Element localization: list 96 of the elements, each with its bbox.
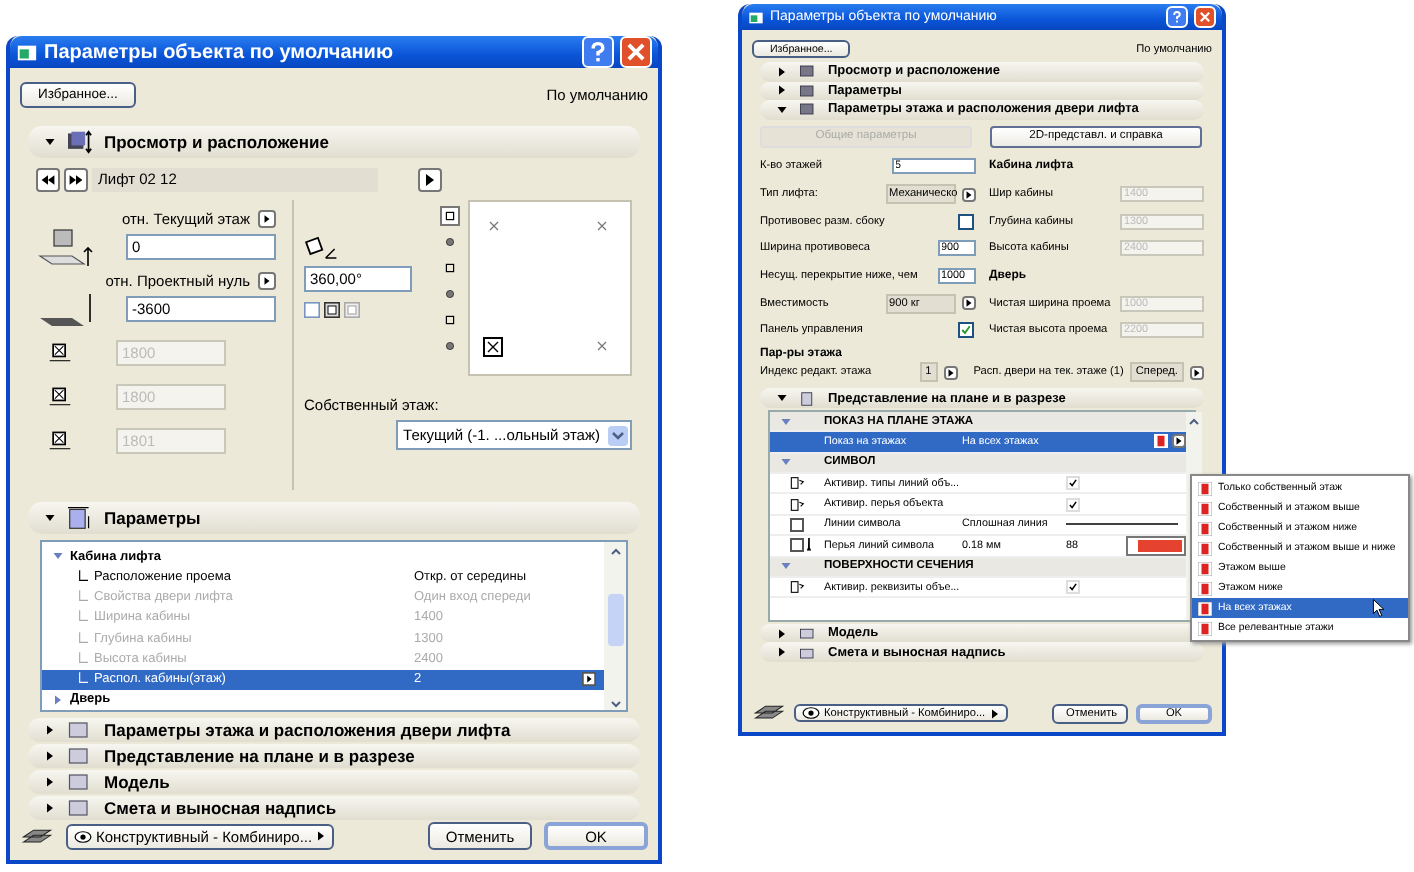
arrow-icon	[1192, 367, 1202, 378]
scroll-down-icon	[607, 698, 623, 710]
rewind-icon	[40, 172, 56, 188]
help-icon	[1170, 10, 1184, 24]
close-button[interactable]	[1194, 6, 1216, 28]
section-icon	[66, 718, 94, 742]
dropdown-arrow-icon	[608, 425, 628, 445]
help-button[interactable]	[1166, 6, 1188, 28]
arrow-icon	[963, 298, 973, 309]
checkbox-icon	[304, 302, 320, 318]
eye-icon	[74, 829, 92, 843]
dimension-icon	[48, 429, 72, 451]
section-icon	[66, 130, 94, 154]
menu-arrow-button[interactable]	[1172, 434, 1186, 449]
object-attribute-icon	[790, 476, 806, 491]
arrow-icon	[316, 830, 327, 842]
view-mode-button[interactable]	[440, 232, 460, 252]
scroll-up-icon	[1186, 415, 1202, 428]
view-mode-button[interactable]	[440, 206, 460, 226]
mouse-cursor-icon	[1372, 598, 1386, 618]
story-icon	[1154, 434, 1168, 449]
close-button[interactable]	[620, 36, 652, 68]
story-icon	[1198, 621, 1212, 635]
section-header[interactable]: Просмотр и расположение	[28, 126, 640, 158]
story-icon	[1198, 561, 1212, 575]
view-icon	[444, 210, 456, 222]
layers-icon	[20, 825, 54, 847]
arrow-icon	[1174, 436, 1184, 447]
view-icon	[444, 262, 456, 274]
eye-icon	[802, 706, 820, 720]
object-attribute-icon	[790, 580, 806, 595]
window-title: Параметры объекта по умолчанию	[44, 41, 393, 63]
checkbox[interactable]	[1066, 476, 1080, 491]
view-mode-button[interactable]	[440, 284, 460, 304]
story-icon	[1198, 521, 1212, 535]
rotation-angle-icon	[304, 236, 340, 262]
app-icon	[748, 9, 764, 25]
layers-icon	[752, 702, 786, 724]
section-header[interactable]: Смета и выносная надпись	[28, 796, 640, 820]
fast-forward-icon	[68, 172, 84, 188]
help-button[interactable]	[582, 36, 614, 68]
view-icon	[444, 314, 456, 326]
view-mode-button[interactable]	[440, 336, 460, 356]
section-icon	[66, 770, 94, 794]
view-icon	[444, 236, 456, 248]
close-icon	[1198, 10, 1212, 24]
menu-arrow-button[interactable]	[961, 187, 975, 202]
scrollbar[interactable]	[604, 542, 626, 710]
menu-arrow-button[interactable]	[943, 365, 958, 380]
arrow-icon	[422, 172, 438, 188]
scroll-up-icon	[607, 546, 623, 558]
section-header[interactable]: Параметры	[28, 502, 640, 534]
arrow-icon	[582, 672, 596, 687]
close-icon	[624, 40, 648, 64]
arrow-icon	[262, 214, 272, 224]
section-header[interactable]: Параметры этажа и расположения двери лифта	[28, 718, 640, 742]
section-icon	[66, 744, 94, 768]
arrow-icon	[963, 189, 973, 200]
story-icon	[1198, 481, 1212, 495]
checkbox[interactable]	[957, 322, 973, 339]
view-icon	[444, 340, 456, 352]
menu-arrow-button[interactable]	[1190, 365, 1204, 380]
menu-arrow-button[interactable]	[258, 272, 276, 290]
object-attribute-icon	[790, 497, 806, 512]
view-mode-button[interactable]	[440, 310, 460, 330]
menu-arrow-button[interactable]	[258, 210, 276, 228]
section-icon	[798, 389, 818, 408]
pen-icon	[806, 538, 812, 553]
section-icon	[66, 506, 94, 530]
arrow-icon	[262, 276, 272, 286]
story-icon	[1198, 501, 1212, 515]
story-icon	[1198, 541, 1212, 555]
previous-button[interactable]	[36, 168, 60, 192]
dimension-icon	[48, 385, 72, 407]
dimension-icon	[48, 341, 72, 363]
checkbox[interactable]	[790, 517, 804, 532]
menu-arrow-button[interactable]	[961, 296, 975, 311]
scroll-thumb[interactable]	[607, 594, 623, 646]
app-icon	[16, 41, 38, 63]
pen-color-swatch[interactable]	[1126, 535, 1186, 556]
arrow-icon	[945, 367, 956, 378]
view-icon	[444, 288, 456, 300]
checkbox[interactable]	[957, 213, 973, 230]
menu-arrow-button[interactable]	[418, 168, 442, 192]
section-header[interactable]: Модель	[28, 770, 640, 794]
elevation-icon	[36, 224, 96, 268]
story-icon	[1198, 601, 1212, 615]
section-icon	[66, 796, 94, 820]
help-icon	[586, 40, 610, 64]
line-sample	[1066, 520, 1178, 529]
view-mode-button[interactable]	[440, 258, 460, 278]
checkbox[interactable]	[790, 538, 804, 553]
next-button[interactable]	[64, 168, 88, 192]
arrow-icon	[989, 707, 1000, 719]
story-icon	[1198, 581, 1212, 595]
section-header[interactable]: Представление на плане и в разрезе	[28, 744, 640, 768]
